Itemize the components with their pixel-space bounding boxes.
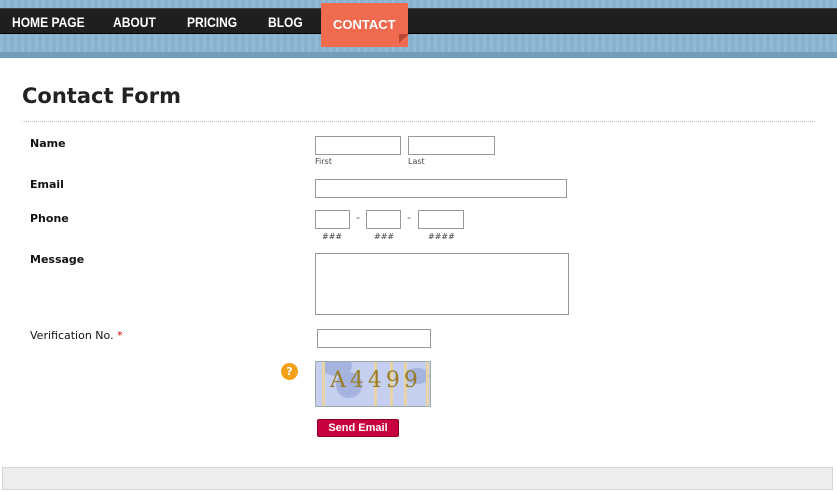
message-textarea[interactable]	[315, 253, 569, 315]
nav-item-blog[interactable]: BLOG	[268, 9, 303, 35]
captcha-bar	[322, 362, 325, 406]
last-name-hint: Last	[408, 157, 425, 166]
first-name-hint: First	[315, 157, 332, 166]
phone-prefix-input[interactable]	[366, 210, 401, 229]
message-label: Message	[30, 253, 85, 266]
email-label: Email	[30, 178, 64, 191]
top-navigation: HOME PAGE ABOUT PRICING BLOG CONTACT	[0, 3, 837, 47]
page-title: Contact Form	[22, 84, 181, 108]
active-tab-tail	[399, 34, 409, 43]
footer-bar	[2, 467, 833, 490]
title-divider	[22, 121, 815, 122]
captcha-code: A4499	[330, 368, 422, 393]
verification-label-text: Verification No.	[30, 329, 114, 342]
nav-item-contact[interactable]: CONTACT	[321, 3, 408, 47]
phone-prefix-hint: ###	[374, 232, 395, 241]
required-mark: *	[117, 329, 123, 342]
phone-separator-2: -	[407, 211, 411, 224]
captcha-bar	[426, 362, 429, 406]
send-email-button[interactable]: Send Email	[317, 419, 399, 437]
email-field[interactable]	[315, 179, 567, 198]
phone-area-hint: ###	[322, 232, 343, 241]
phone-line-input[interactable]	[418, 210, 464, 229]
phone-label: Phone	[30, 212, 69, 225]
help-icon[interactable]: ?	[281, 363, 298, 380]
verification-label: Verification No. *	[30, 329, 123, 342]
phone-area-input[interactable]	[315, 210, 350, 229]
last-name-input[interactable]	[408, 136, 495, 155]
nav-item-pricing[interactable]: PRICING	[187, 9, 237, 35]
name-label: Name	[30, 137, 66, 150]
captcha-image: A4499	[315, 361, 431, 407]
phone-line-hint: ####	[428, 232, 455, 241]
first-name-input[interactable]	[315, 136, 401, 155]
nav-item-about[interactable]: ABOUT	[113, 9, 156, 35]
nav-item-home-page[interactable]: HOME PAGE	[12, 9, 85, 35]
verification-input[interactable]	[317, 329, 431, 348]
header-band	[0, 52, 837, 58]
phone-separator-1: -	[356, 211, 360, 224]
